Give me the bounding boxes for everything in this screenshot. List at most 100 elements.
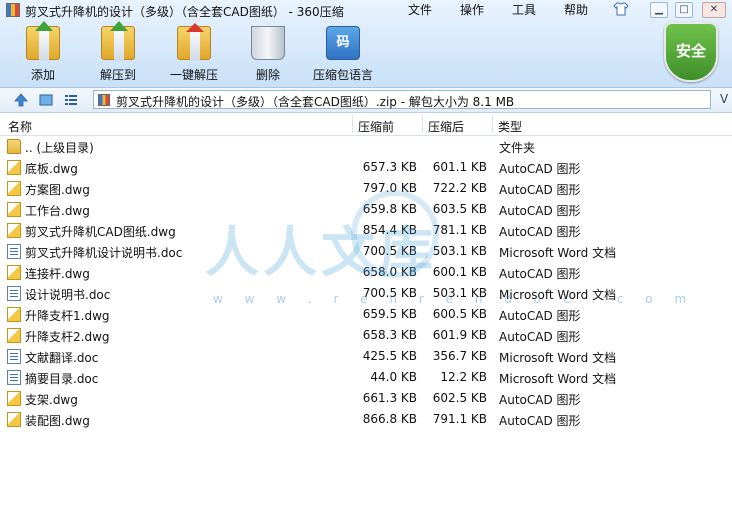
menu-file[interactable]: 文件 xyxy=(408,1,432,18)
file-size: 854.4 KB xyxy=(362,223,417,237)
toolbar-delete-button[interactable]: 删除 xyxy=(248,26,288,83)
file-name: 方案图.dwg xyxy=(25,183,90,197)
column-packed[interactable]: 压缩后 xyxy=(428,118,464,135)
autocad-dwg-icon xyxy=(7,202,21,217)
file-packed-size: 600.5 KB xyxy=(432,307,487,321)
toolbar-one-click-extract-button[interactable]: 一键解压 xyxy=(166,23,222,83)
folder-icon xyxy=(7,139,21,154)
file-packed-size: 601.9 KB xyxy=(432,328,487,342)
file-packed-size: 791.1 KB xyxy=(432,412,487,426)
file-row[interactable]: 方案图.dwg 797.0 KB 722.2 KB AutoCAD 图形 xyxy=(0,178,732,199)
file-type: Microsoft Word 文档 xyxy=(499,246,617,260)
column-name[interactable]: 名称 xyxy=(8,118,32,135)
toolbar-extract-to-button[interactable]: 解压到 xyxy=(94,21,142,83)
file-packed-size: 603.5 KB xyxy=(432,202,487,216)
toolbar-add-button[interactable]: 添加 xyxy=(22,21,64,83)
word-doc-icon xyxy=(7,370,21,385)
file-size: 657.3 KB xyxy=(362,160,417,174)
file-name: 底板.dwg xyxy=(25,162,78,176)
column-type[interactable]: 类型 xyxy=(498,118,522,135)
file-row[interactable]: 文献翻译.doc 425.5 KB 356.7 KB Microsoft Word 文… xyxy=(0,346,732,367)
file-row[interactable]: 摘要目录.doc 44.0 KB 12.2 KB Microsoft Word 文档 xyxy=(0,367,732,388)
toolbar-label: 解压到 xyxy=(99,68,136,82)
file-row[interactable]: 升降支杆1.dwg 659.5 KB 600.5 KB AutoCAD 图形 xyxy=(0,304,732,325)
autocad-dwg-icon xyxy=(7,223,21,238)
extract-to-icon xyxy=(101,21,135,61)
file-packed-size: 503.1 KB xyxy=(432,286,487,300)
close-icon: ✕ xyxy=(709,4,719,15)
file-packed-size: 503.1 KB xyxy=(432,244,487,258)
autocad-dwg-icon xyxy=(7,328,21,343)
file-packed-size: 600.1 KB xyxy=(432,265,487,279)
file-type: AutoCAD 图形 xyxy=(499,393,581,407)
autocad-dwg-icon xyxy=(7,160,21,175)
autocad-dwg-icon xyxy=(7,391,21,406)
autocad-dwg-icon xyxy=(7,307,21,322)
file-size: 700.5 KB xyxy=(362,286,417,300)
minimize-button[interactable]: ▁ xyxy=(650,2,668,18)
delete-bin-icon xyxy=(251,26,285,60)
menu-tools[interactable]: 工具 xyxy=(512,1,536,18)
file-name: 剪叉式升降机CAD图纸.dwg xyxy=(25,225,176,239)
word-doc-icon xyxy=(7,244,21,259)
file-type: AutoCAD 图形 xyxy=(499,162,581,176)
close-button[interactable]: ✕ xyxy=(702,2,726,18)
toolbar-label: 添加 xyxy=(30,68,55,82)
menu-help[interactable]: 帮助 xyxy=(564,1,588,18)
address-bar: 剪叉式升降机的设计（多级）（含全套CAD图纸）.zip - 解包大小为 8.1 … xyxy=(0,88,732,113)
file-row[interactable]: .. (上级目录) 文件夹 xyxy=(0,136,732,157)
window-title: 剪叉式升降机的设计（多级）（含全套CAD图纸） - 360压缩 xyxy=(25,5,344,19)
file-packed-size: 356.7 KB xyxy=(432,349,487,363)
autocad-dwg-icon xyxy=(7,181,21,196)
file-size: 658.3 KB xyxy=(362,328,417,342)
menu-operation[interactable]: 操作 xyxy=(460,1,484,18)
address-dropdown-icon[interactable]: V xyxy=(720,92,728,106)
archive-language-icon: 码 xyxy=(326,26,360,60)
file-row[interactable]: 剪叉式升降机设计说明书.doc 700.5 KB 503.1 KB Microsoft… xyxy=(0,241,732,262)
maximize-button[interactable]: □ xyxy=(675,2,693,18)
file-row[interactable]: 工作台.dwg 659.8 KB 603.5 KB AutoCAD 图形 xyxy=(0,199,732,220)
file-list-header: 名称 压缩前 压缩后 类型 xyxy=(0,113,732,136)
address-field[interactable]: 剪叉式升降机的设计（多级）（含全套CAD图纸）.zip - 解包大小为 8.1 … xyxy=(93,90,711,109)
file-row[interactable]: 装配图.dwg 866.8 KB 791.1 KB AutoCAD 图形 xyxy=(0,409,732,430)
maximize-icon: □ xyxy=(679,4,689,15)
file-row[interactable]: 底板.dwg 657.3 KB 601.1 KB AutoCAD 图形 xyxy=(0,157,732,178)
autocad-dwg-icon xyxy=(7,265,21,280)
file-name: 升降支杆2.dwg xyxy=(25,330,110,344)
file-row[interactable]: 升降支杆2.dwg 658.3 KB 601.9 KB AutoCAD 图形 xyxy=(0,325,732,346)
file-name: 摘要目录.doc xyxy=(25,372,99,386)
file-size: 661.3 KB xyxy=(362,391,417,405)
file-name: .. (上级目录) xyxy=(25,141,94,155)
toolbar-archive-language-button[interactable]: 码 压缩包语言 xyxy=(312,26,374,83)
thumbnail-view-icon[interactable] xyxy=(38,92,54,108)
file-row[interactable]: 剪叉式升降机CAD图纸.dwg 854.4 KB 781.1 KB AutoCAD 图… xyxy=(0,220,732,241)
list-view-icon[interactable] xyxy=(63,92,79,108)
skin-tshirt-icon[interactable] xyxy=(613,2,629,16)
word-doc-icon xyxy=(7,349,21,364)
file-type: AutoCAD 图形 xyxy=(499,309,581,323)
file-size: 700.5 KB xyxy=(362,244,417,258)
column-size[interactable]: 压缩前 xyxy=(358,118,394,135)
security-shield-icon[interactable]: 安全 xyxy=(664,22,718,82)
file-name: 装配图.dwg xyxy=(25,414,90,428)
autocad-dwg-icon xyxy=(7,412,21,427)
app-icon xyxy=(6,3,20,17)
add-archive-icon xyxy=(26,21,60,61)
file-name: 文献翻译.doc xyxy=(25,351,99,365)
file-type: AutoCAD 图形 xyxy=(499,267,581,281)
file-name: 设计说明书.doc xyxy=(25,288,111,302)
file-type: Microsoft Word 文档 xyxy=(499,288,617,302)
file-packed-size: 722.2 KB xyxy=(432,181,487,195)
file-row[interactable]: 连接杆.dwg 658.0 KB 600.1 KB AutoCAD 图形 xyxy=(0,262,732,283)
up-arrow-icon[interactable] xyxy=(13,92,29,108)
file-size: 797.0 KB xyxy=(362,181,417,195)
file-packed-size: 602.5 KB xyxy=(432,391,487,405)
file-name: 支架.dwg xyxy=(25,393,78,407)
file-row[interactable]: 支架.dwg 661.3 KB 602.5 KB AutoCAD 图形 xyxy=(0,388,732,409)
file-name: 剪叉式升降机设计说明书.doc xyxy=(25,246,183,260)
file-name: 工作台.dwg xyxy=(25,204,90,218)
file-size: 44.0 KB xyxy=(370,370,417,384)
file-row[interactable]: 设计说明书.doc 700.5 KB 503.1 KB Microsoft Word … xyxy=(0,283,732,304)
file-type: Microsoft Word 文档 xyxy=(499,372,617,386)
file-packed-size: 781.1 KB xyxy=(432,223,487,237)
